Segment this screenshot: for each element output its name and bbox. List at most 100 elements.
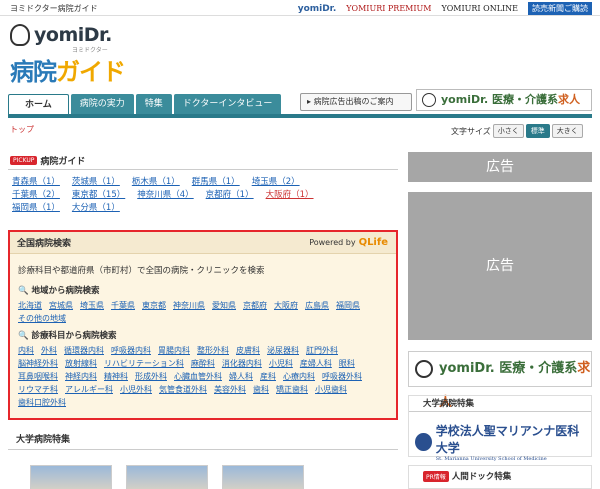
dept-link[interactable]: 消化器内科 [222, 357, 262, 370]
breadcrumb[interactable]: トップ [10, 124, 34, 135]
tab-features[interactable]: 特集 [135, 94, 172, 114]
university-thumb[interactable] [126, 465, 208, 489]
dept-link[interactable]: 呼吸器外科 [322, 370, 362, 383]
dept-link[interactable]: リハビリテーション科 [104, 357, 184, 370]
university-thumb[interactable] [30, 465, 112, 489]
region-search: 🔍 地域から病院検索 北海道 宮城県 埼玉県 千葉県 東京都 神奈川県 愛知県 … [10, 280, 396, 325]
pickup-title: 病院ガイド [40, 157, 86, 167]
pref-link[interactable]: 福岡県（1） [12, 202, 60, 215]
job-banner-large[interactable]: yomiDr. 医療・介護系求人 [408, 351, 592, 410]
dept-link[interactable]: 耳鼻咽喉科 [18, 370, 58, 383]
tab-doctor-interview[interactable]: ドクターインタビュー [173, 94, 282, 114]
region-link[interactable]: 宮城県 [49, 299, 73, 312]
dept-link[interactable]: 歯科 [253, 383, 269, 396]
dept-link[interactable]: 小児科 [269, 357, 293, 370]
dock-title: 人間ドック特集 [451, 472, 512, 482]
region-link[interactable]: 広島県 [305, 299, 329, 312]
pref-link[interactable]: 青森県（1） [12, 176, 60, 189]
nav-tabs: ホーム 病院の実力 特集 ドクターインタビュー [8, 94, 283, 114]
dept-link[interactable]: 産科 [260, 370, 276, 383]
dept-link[interactable]: 麻酔科 [191, 357, 215, 370]
dept-link[interactable]: 精神科 [104, 370, 128, 383]
region-link[interactable]: 千葉県 [111, 299, 135, 312]
pref-link[interactable]: 千葉県（2） [12, 189, 60, 202]
dept-link[interactable]: 小児外科 [120, 383, 152, 396]
job-banner-text2: 求人 [557, 93, 580, 106]
ad-slot-main[interactable]: 広告 [408, 192, 592, 340]
pref-link[interactable]: 大阪府（1） [266, 189, 314, 202]
dept-link[interactable]: 気管食道外科 [159, 383, 207, 396]
font-size-label: 文字サイズ [451, 126, 491, 136]
pref-link[interactable]: 神奈川県（4） [137, 189, 193, 202]
region-link[interactable]: その他の地域 [18, 312, 66, 325]
pref-link[interactable]: 埼玉県（2） [252, 176, 300, 189]
font-large-button[interactable]: 大きく [551, 124, 583, 138]
region-link[interactable]: 埼玉県 [80, 299, 104, 312]
subscribe-button[interactable]: 読売新聞ご購読 [528, 2, 592, 15]
dog-mascot-icon [10, 24, 30, 46]
region-link[interactable]: 東京都 [142, 299, 166, 312]
university-banner[interactable]: 学校法人聖マリアンナ医科大学 St. Marianna University Sc… [415, 422, 591, 462]
dept-link[interactable]: 心療内科 [283, 370, 315, 383]
font-standard-button[interactable]: 標準 [525, 124, 550, 138]
region-search-title-text: 地域から病院検索 [31, 286, 100, 296]
yomiuri-online-link[interactable]: YOMIURI ONLINE [441, 4, 518, 13]
region-link[interactable]: 京都府 [243, 299, 267, 312]
dept-link[interactable]: 皮膚科 [236, 344, 260, 357]
dept-link[interactable]: 放射線科 [65, 357, 97, 370]
dept-link[interactable]: 胃腸内科 [158, 344, 190, 357]
dept-link[interactable]: 脳神経外科 [18, 357, 58, 370]
ad-slot-top[interactable]: 広告 [408, 152, 592, 182]
job-banner-small[interactable]: yomiDr. 医療・介護系求人 [416, 89, 592, 111]
region-link[interactable]: 神奈川県 [173, 299, 205, 312]
region-link[interactable]: 北海道 [18, 299, 42, 312]
site-name[interactable]: ヨミドクター病院ガイド [10, 3, 98, 14]
university-thumb[interactable] [222, 465, 304, 489]
dept-link[interactable]: 小児歯科 [315, 383, 347, 396]
pref-link[interactable]: 群馬県（1） [192, 176, 240, 189]
pref-link[interactable]: 東京都（15） [72, 189, 125, 202]
dept-link[interactable]: 外科 [41, 344, 57, 357]
job-big-brand: yomiDr. [439, 361, 495, 376]
dept-link[interactable]: 美容外科 [214, 383, 246, 396]
dept-link[interactable]: 泌尿器科 [267, 344, 299, 357]
yomiuri-premium-link[interactable]: YOMIURI PREMIUM [346, 4, 431, 13]
yomidr-link[interactable]: yomiDr. [298, 4, 337, 14]
dept-search-title-text: 診療科目から病院検索 [31, 331, 117, 341]
pickup-header: PICKUP 病院ガイド [8, 152, 398, 170]
powered-by-label: Powered by [309, 238, 356, 247]
dept-link[interactable]: 整形外科 [197, 344, 229, 357]
dept-link[interactable]: 歯科口腔外科 [18, 396, 66, 409]
tab-home[interactable]: ホーム [8, 94, 69, 114]
dept-link[interactable]: 肛門外科 [306, 344, 338, 357]
dept-link[interactable]: 眼科 [339, 357, 355, 370]
dept-link[interactable]: 形成外科 [135, 370, 167, 383]
pref-link[interactable]: 大分県（1） [72, 202, 120, 215]
pref-link[interactable]: 栃木県（1） [132, 176, 180, 189]
ad-guide-button[interactable]: ▸ 病院広告出稿のご案内 [300, 93, 412, 111]
font-small-button[interactable]: 小さく [492, 124, 524, 138]
dept-link[interactable]: 内科 [18, 344, 34, 357]
region-link[interactable]: 大阪府 [274, 299, 298, 312]
dept-links: 内科 外科 循環器内科 呼吸器内科 胃腸内科 整形外科 皮膚科 泌尿器科 肛門外… [18, 344, 378, 409]
dept-link[interactable]: 呼吸器内科 [111, 344, 151, 357]
dept-link[interactable]: リウマチ科 [18, 383, 58, 396]
dept-link[interactable]: 婦人科 [229, 370, 253, 383]
job-banner-brand: yomiDr. [441, 93, 489, 106]
search-header: 全国病院検索 Powered by QLife [10, 232, 396, 254]
region-link[interactable]: 愛知県 [212, 299, 236, 312]
dept-link[interactable]: アレルギー科 [65, 383, 113, 396]
dept-link[interactable]: 矯正歯科 [276, 383, 308, 396]
pref-link[interactable]: 茨城県（1） [72, 176, 120, 189]
dept-link[interactable]: 心臓血管外科 [174, 370, 222, 383]
pref-link[interactable]: 京都府（1） [206, 189, 254, 202]
dock-header[interactable]: PR情報 人間ドック特集 [409, 466, 591, 482]
dept-search-title: 🔍 診療科目から病院検索 [18, 331, 117, 341]
dept-link[interactable]: 神経内科 [65, 370, 97, 383]
dept-link[interactable]: 産婦人科 [300, 357, 332, 370]
tab-hospital-strength[interactable]: 病院の実力 [70, 94, 134, 114]
qlife-logo[interactable]: QLife [359, 237, 388, 248]
site-logo[interactable]: yomiDr. ヨミドクター 病院ガイド [10, 22, 145, 86]
region-link[interactable]: 福岡県 [336, 299, 360, 312]
dept-link[interactable]: 循環器内科 [64, 344, 104, 357]
